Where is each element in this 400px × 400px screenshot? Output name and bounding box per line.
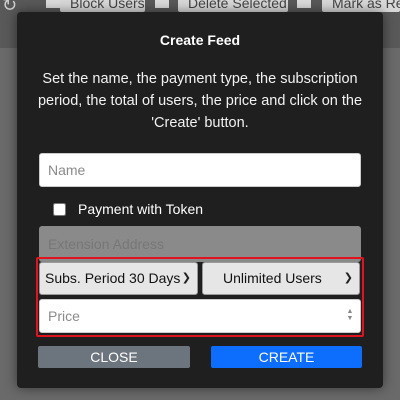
row-checkbox[interactable] [155, 0, 169, 8]
row-checkbox[interactable] [46, 0, 60, 8]
create-feed-modal: Create Feed Set the name, the payment ty… [17, 12, 383, 388]
highlight-annotation [36, 257, 364, 337]
payment-token-row[interactable]: Payment with Token [53, 200, 203, 218]
name-input[interactable] [39, 153, 361, 187]
mark-as-read-button[interactable]: Mark as Re [322, 0, 400, 12]
payment-token-checkbox[interactable] [53, 202, 66, 216]
create-button[interactable]: CREATE [211, 346, 362, 368]
close-button[interactable]: CLOSE [38, 346, 190, 368]
row-checkbox[interactable] [297, 0, 311, 8]
modal-title: Create Feed [159, 32, 241, 48]
modal-description: Set the name, the payment type, the subs… [37, 71, 363, 131]
payment-token-label: Payment with Token [78, 201, 204, 217]
delete-selected-button[interactable]: Delete Selected [178, 0, 288, 12]
block-users-button[interactable]: Block Users [60, 0, 145, 12]
refresh-icon[interactable]: ↻ [2, 0, 20, 14]
